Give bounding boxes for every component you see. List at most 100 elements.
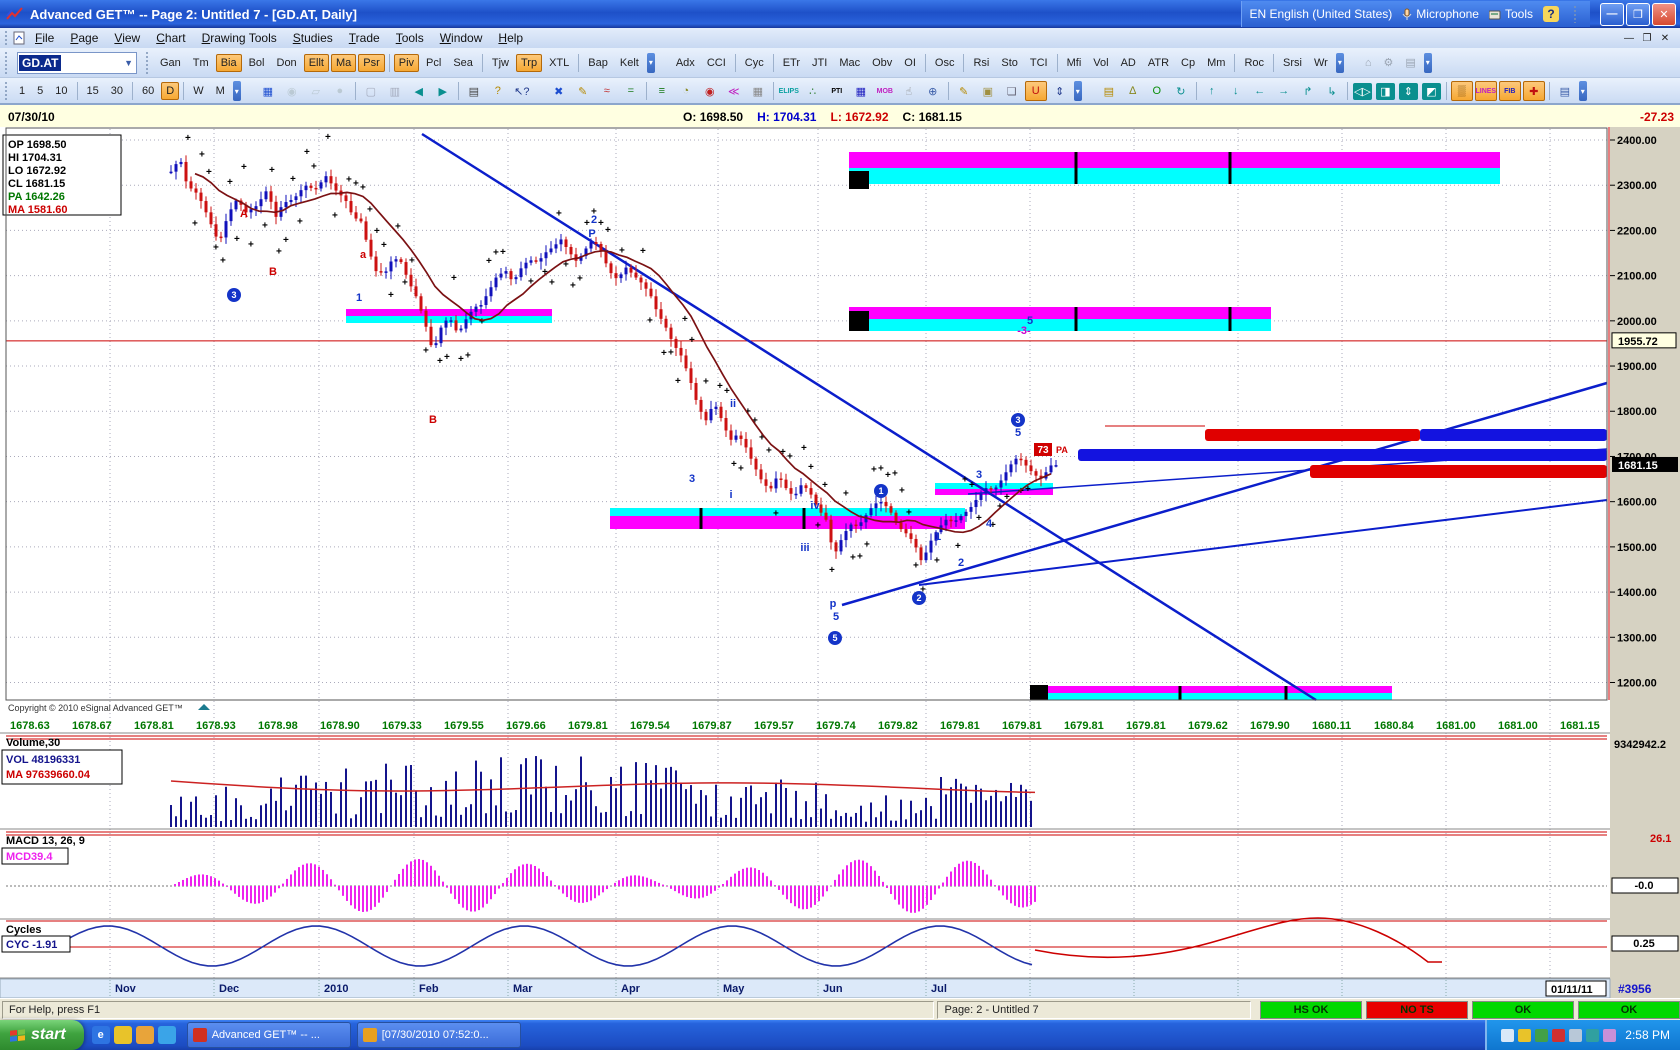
button-osc[interactable]: Osc <box>930 54 960 72</box>
trendline-icon[interactable]: ≈ <box>596 81 618 101</box>
toolbar2-grip[interactable] <box>4 81 9 102</box>
expand-v-icon[interactable]: ⇕ <box>1399 83 1418 100</box>
button-trp[interactable]: Trp <box>516 54 542 72</box>
gear-icon[interactable]: ⚙ <box>1378 53 1398 72</box>
button-adx[interactable]: Adx <box>671 54 700 72</box>
display-icon[interactable] <box>1569 1029 1582 1042</box>
button-mfi[interactable]: Mfi <box>1062 54 1087 72</box>
expand-h-icon[interactable]: ◁▷ <box>1353 83 1372 100</box>
open-folder-icon[interactable]: ▤ <box>1098 81 1120 101</box>
pti-icon[interactable]: PTI <box>826 81 848 101</box>
taskbar-task-1[interactable]: [07/30/2010 07:52:0... <box>357 1022 521 1048</box>
menu-drawing-tools[interactable]: Drawing Tools <box>194 29 285 47</box>
button-vol[interactable]: Vol <box>1088 54 1113 72</box>
boxes-icon[interactable]: ▣ <box>977 81 999 101</box>
menu-chart[interactable]: Chart <box>148 29 193 47</box>
button-srsi[interactable]: Srsi <box>1278 54 1307 72</box>
nav-forward-icon[interactable]: ▶ <box>432 81 454 101</box>
title-bar[interactable]: Advanced GET™ -- Page 2: Untitled 7 - [G… <box>0 0 1680 28</box>
menu-studies[interactable]: Studies <box>285 29 341 47</box>
chart-area[interactable]: ++++++++++++++++++++++++++++++++++++++++… <box>0 127 1680 998</box>
restore-button[interactable]: ❐ <box>1626 3 1650 26</box>
fib-tool-icon[interactable]: FIB <box>1499 81 1521 101</box>
button-wr[interactable]: Wr <box>1309 54 1333 72</box>
toolbar-overflow-chevron[interactable]: ▾ <box>1579 81 1587 101</box>
button-10[interactable]: 10 <box>50 82 72 100</box>
mdi-close-button[interactable]: ✕ <box>1658 33 1672 44</box>
step-up-icon[interactable]: ↱ <box>1297 81 1319 101</box>
xtl-tool-icon[interactable]: ✖ <box>548 81 570 101</box>
close-button[interactable]: ✕ <box>1652 3 1676 26</box>
button-cyc[interactable]: Cyc <box>740 54 769 72</box>
update-icon[interactable] <box>1535 1029 1548 1042</box>
button-bia[interactable]: Bia <box>216 54 242 72</box>
home-icon[interactable]: ⌂ <box>1360 54 1377 72</box>
toolbar-overflow-chevron[interactable]: ▾ <box>647 53 655 73</box>
button-60[interactable]: 60 <box>137 82 159 100</box>
menu-grip[interactable] <box>4 30 9 46</box>
magnet-icon[interactable]: U <box>1025 81 1047 101</box>
button-xtl[interactable]: XTL <box>544 54 574 72</box>
menu-file[interactable]: File <box>27 29 62 47</box>
button-pcl[interactable]: Pcl <box>421 54 446 72</box>
scatter-icon[interactable]: ∴ <box>802 81 824 101</box>
button-gan[interactable]: Gan <box>155 54 186 72</box>
scales-icon[interactable]: ∆ <box>1122 81 1144 101</box>
arrow-left-icon[interactable]: ← <box>1249 81 1271 101</box>
toolbar1-grip[interactable] <box>4 51 9 74</box>
properties-icon[interactable]: ▤ <box>1554 81 1576 101</box>
messenger-icon[interactable] <box>1586 1029 1599 1042</box>
symbol-combobox[interactable]: GD.AT ▼ <box>17 52 137 74</box>
folder-icon[interactable] <box>136 1026 154 1044</box>
toolbar1-grip2[interactable] <box>145 51 150 74</box>
factory-icon[interactable]: ▤ <box>1400 53 1420 72</box>
new-chart-icon[interactable]: ▦ <box>257 81 279 101</box>
power-icon[interactable]: O <box>1146 81 1168 101</box>
button-tjw[interactable]: Tjw <box>487 54 514 72</box>
language-bar-grip[interactable] <box>1573 5 1578 23</box>
copy-icon[interactable]: ❏ <box>1001 81 1023 101</box>
ie-icon[interactable]: e <box>92 1026 110 1044</box>
button-5[interactable]: 5 <box>32 82 48 100</box>
tile-diag2-icon[interactable]: ◩ <box>1422 83 1441 100</box>
crosshair-icon[interactable]: ✚ <box>1523 81 1545 101</box>
time-axis[interactable]: NovDec2010FebMarAprMayJunJul01/11/11#395… <box>0 979 1652 998</box>
toolbar-overflow-chevron[interactable]: ▾ <box>1424 53 1432 73</box>
hand-icon[interactable]: ☝ <box>898 81 920 101</box>
taskbar-clock[interactable]: 2:58 PM <box>1625 1028 1670 1042</box>
zoom-in-icon[interactable]: ⊕ <box>922 81 944 101</box>
clock-icon[interactable]: ◔ <box>675 81 697 101</box>
button-atr[interactable]: ATR <box>1143 54 1174 72</box>
button-don[interactable]: Don <box>272 54 302 72</box>
button-kelt[interactable]: Kelt <box>615 54 644 72</box>
lines-tool-icon[interactable]: LINES <box>1475 81 1497 101</box>
language-help-button[interactable]: ? <box>1543 6 1559 22</box>
language-indicator[interactable]: EN English (United States) <box>1250 7 1393 21</box>
button-d[interactable]: D <box>161 82 179 100</box>
antivirus-icon[interactable] <box>1552 1029 1565 1042</box>
language-bar[interactable]: EN English (United States) Microphone To… <box>1241 1 1590 27</box>
mob-icon[interactable]: MOB <box>874 81 896 101</box>
toolbar-overflow-chevron[interactable]: ▾ <box>1336 53 1344 73</box>
mail-icon[interactable] <box>114 1026 132 1044</box>
fan-lines-icon[interactable]: ≪ <box>723 81 745 101</box>
button-tm[interactable]: Tm <box>188 54 214 72</box>
mdi-restore-button[interactable]: ❐ <box>1640 33 1654 44</box>
ellipse-icon[interactable]: ELIPS <box>778 81 800 101</box>
toolbar-overflow-chevron[interactable]: ▾ <box>233 81 241 101</box>
button-tci[interactable]: TCI <box>1025 54 1053 72</box>
grid-icon[interactable]: ▦ <box>747 81 769 101</box>
button-ad[interactable]: AD <box>1116 54 1141 72</box>
button-sea[interactable]: Sea <box>448 54 478 72</box>
toolbar-overflow-chevron[interactable]: ▾ <box>1074 81 1082 101</box>
button-etr[interactable]: ETr <box>778 54 805 72</box>
menu-help[interactable]: Help <box>490 29 531 47</box>
dotted-box-icon[interactable]: ▒ <box>1451 81 1473 101</box>
volume-icon[interactable] <box>1501 1029 1514 1042</box>
button-ellt[interactable]: Ellt <box>304 54 329 72</box>
button-ma[interactable]: Ma <box>331 54 356 72</box>
arrow-right-icon[interactable]: → <box>1273 81 1295 101</box>
network-icon[interactable] <box>1518 1029 1531 1042</box>
pencil-icon[interactable]: ✎ <box>572 81 594 101</box>
battery-icon[interactable] <box>1603 1029 1616 1042</box>
